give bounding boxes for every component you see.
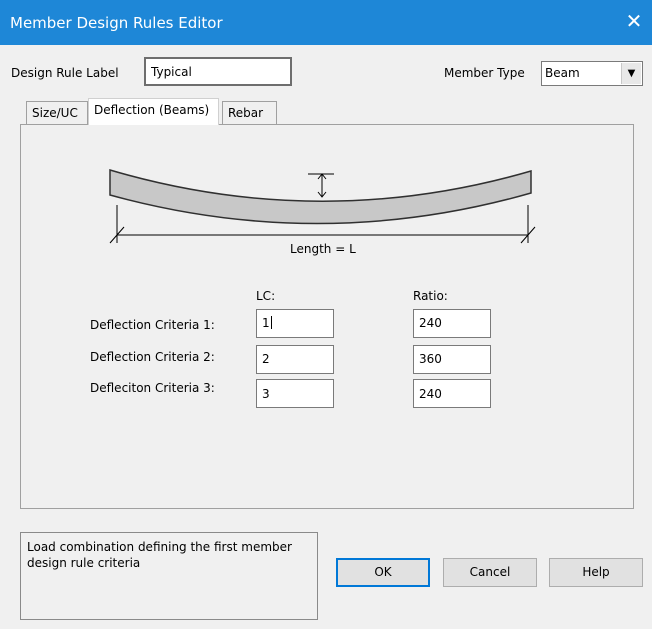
ok-button[interactable]: OK: [336, 558, 430, 587]
ratio-1-input[interactable]: 240: [413, 309, 491, 338]
deflected-beam-shape: [109, 168, 532, 225]
member-type-select[interactable]: Beam ▼: [541, 61, 643, 86]
cancel-button-label: Cancel: [469, 565, 511, 579]
design-rule-input[interactable]: [144, 57, 292, 86]
length-label: Length = L: [290, 242, 356, 256]
design-rule-label: Design Rule Label: [11, 66, 119, 80]
status-description-box: Load combination defining the first memb…: [20, 532, 318, 620]
close-icon[interactable]: ✕: [624, 10, 644, 32]
ratio-1-value: 240: [419, 316, 442, 330]
lc-3-input[interactable]: 3: [256, 379, 334, 408]
tab-size-uc-label: Size/UC: [32, 106, 78, 120]
ok-button-label: OK: [374, 565, 392, 579]
tab-rebar[interactable]: Rebar: [222, 101, 277, 125]
chevron-down-icon[interactable]: ▼: [621, 63, 641, 84]
ratio-column-header: Ratio:: [413, 289, 448, 303]
ratio-2-input[interactable]: 360: [413, 345, 491, 374]
ratio-3-value: 240: [419, 387, 442, 401]
text-caret: [270, 316, 272, 329]
member-type-label: Member Type: [444, 66, 525, 80]
lc-2-value: 2: [262, 352, 270, 366]
ratio-2-value: 360: [419, 352, 442, 366]
lc-2-input[interactable]: 2: [256, 345, 334, 374]
lc-3-value: 3: [262, 387, 270, 401]
deflection-criteria-3-label: Defleciton Criteria 3:: [90, 381, 215, 395]
tab-size-uc[interactable]: Size/UC: [26, 101, 88, 125]
window-title: Member Design Rules Editor: [10, 14, 223, 32]
deflection-criteria-2-label: Deflection Criteria 2:: [90, 350, 215, 364]
title-bar: Member Design Rules Editor ✕: [0, 0, 652, 45]
tab-deflection-beams-label: Deflection (Beams): [94, 103, 210, 117]
member-type-value: Beam: [545, 66, 580, 80]
tab-rebar-label: Rebar: [228, 106, 264, 120]
deflection-criteria-1-label: Deflection Criteria 1:: [90, 318, 215, 332]
lc-column-header: LC:: [256, 289, 276, 303]
help-button-label: Help: [582, 565, 610, 579]
cancel-button[interactable]: Cancel: [443, 558, 537, 587]
tab-deflection-beams[interactable]: Deflection (Beams): [88, 98, 219, 125]
lc-1-input[interactable]: 1: [256, 309, 334, 338]
lc-1-value: 1: [262, 316, 270, 330]
status-text: Load combination defining the first memb…: [27, 540, 292, 570]
ratio-3-input[interactable]: 240: [413, 379, 491, 408]
help-button[interactable]: Help: [549, 558, 643, 587]
deflection-tab-panel: Length = L LC: Ratio: Deflection Criteri…: [20, 124, 634, 509]
